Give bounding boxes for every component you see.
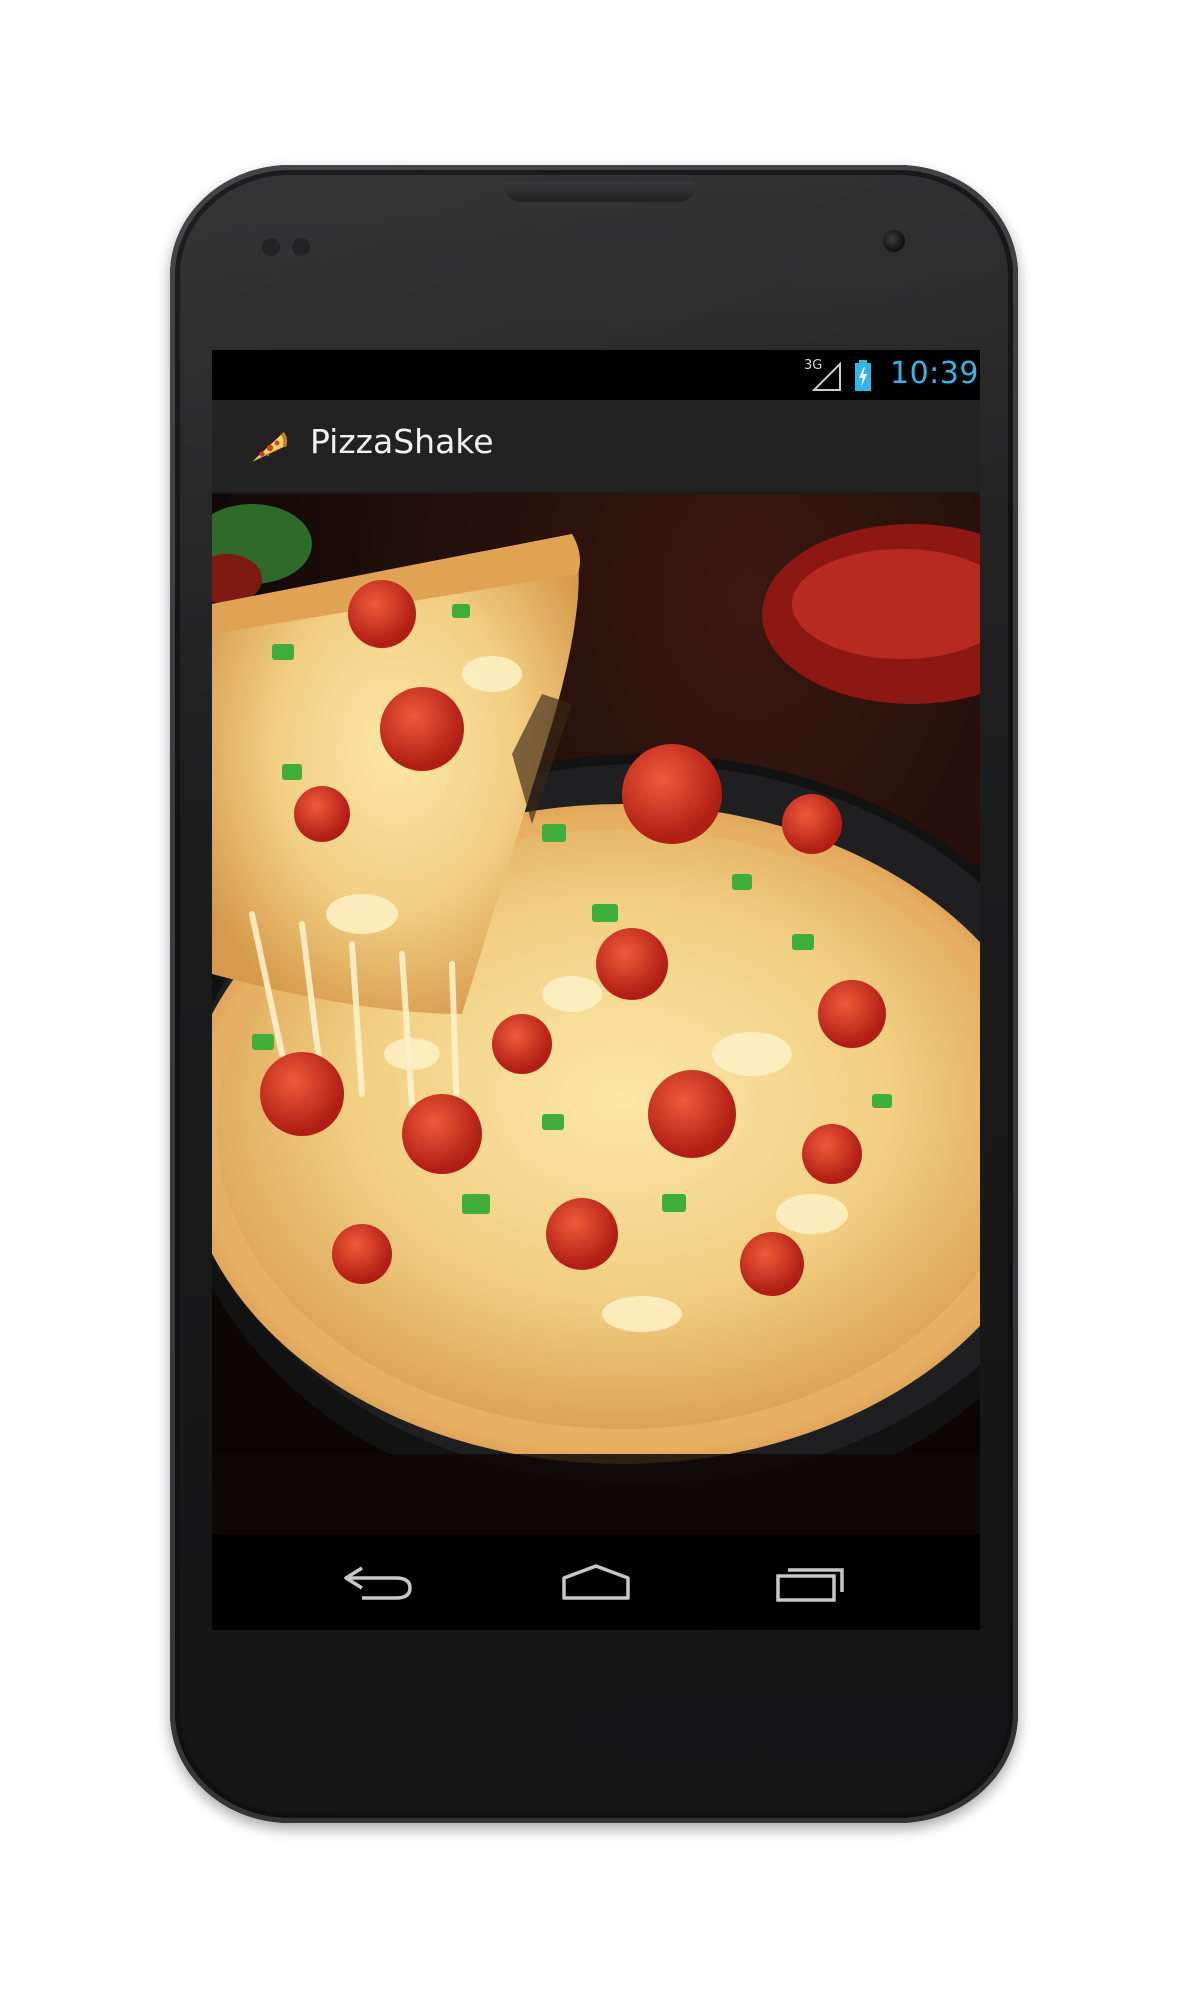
signal-icon xyxy=(812,362,841,391)
home-button[interactable] xyxy=(546,1554,646,1610)
status-clock: 10:39 xyxy=(890,356,979,391)
proximity-sensor xyxy=(262,238,280,256)
recent-apps-button[interactable] xyxy=(764,1554,864,1610)
pizza-photo xyxy=(212,494,980,1534)
status-bar: 3G 10:39 xyxy=(212,350,980,400)
app-title: PizzaShake xyxy=(310,422,494,461)
back-button[interactable] xyxy=(332,1554,432,1610)
pizza-slice-icon[interactable] xyxy=(248,426,290,466)
back-icon xyxy=(344,1566,412,1600)
earpiece-speaker xyxy=(505,182,695,202)
navigation-bar xyxy=(212,1534,980,1630)
front-camera-icon xyxy=(883,230,905,252)
battery-charging-icon xyxy=(855,360,871,391)
phone-screen: 3G 10:39 PizzaShake xyxy=(212,350,980,1630)
home-icon xyxy=(562,1564,630,1600)
pizza-image xyxy=(212,494,980,1534)
light-sensor xyxy=(292,238,310,256)
recent-apps-icon xyxy=(776,1568,844,1602)
action-bar: PizzaShake xyxy=(212,400,980,494)
